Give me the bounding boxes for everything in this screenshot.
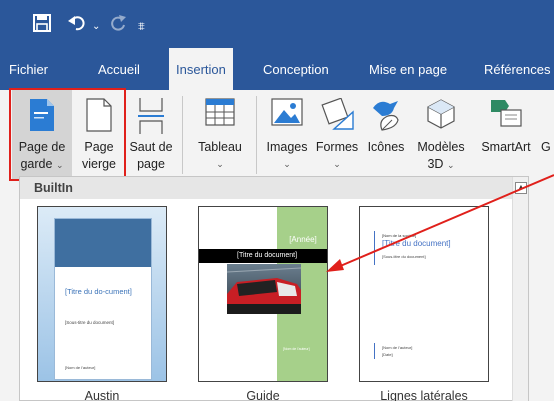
ribbon-separator [182, 96, 183, 174]
tab-accueil[interactable]: Accueil [98, 48, 140, 90]
cover-page-gallery: BuiltIn ▲ [Titre du do-cument] [Sous-tit… [19, 176, 529, 401]
undo-icon[interactable] [68, 14, 88, 36]
page-de-garde-button[interactable]: Page de garde ⌄ [12, 90, 72, 180]
guide-year-placeholder: [Année] [289, 235, 317, 244]
cover-guide-thumbnail[interactable]: [Année] [Titre du document] [Nom de l'au… [198, 206, 328, 382]
cover-lignes-laterales-thumbnail[interactable]: [Nom de la société] [Titre du document] … [359, 206, 489, 382]
undo-dropdown-icon[interactable]: ⌄ [92, 17, 100, 37]
lignes-date-placeholder: [Date] [382, 352, 393, 357]
smartart-label: SmartArt [481, 140, 531, 154]
customize-qat-icon[interactable]: ⩨ [138, 16, 145, 36]
lignes-company-placeholder: [Nom de la société] [382, 233, 417, 238]
image-icon [271, 98, 303, 129]
ribbon-separator [256, 96, 257, 174]
modeles-3d-label-1: Modèles [417, 140, 465, 154]
images-label: Images [266, 140, 308, 154]
page-de-garde-label-1: Page de [18, 140, 66, 154]
tab-insertion[interactable]: Insertion [169, 48, 233, 90]
page-vierge-button[interactable]: Page vierge [76, 90, 122, 180]
tableau-button[interactable]: Tableau ⌄ [190, 90, 250, 180]
page-de-garde-chevron-icon: ⌄ [55, 160, 64, 170]
modeles-3d-label-2: 3D [427, 157, 444, 171]
page-vierge-label-1: Page [84, 140, 114, 154]
blank-page-icon [86, 98, 112, 135]
tab-conception[interactable]: Conception [263, 48, 329, 90]
modeles-3d-button[interactable]: Modèles 3D ⌄ [411, 90, 471, 180]
gallery-section-title: BuiltIn [20, 177, 513, 199]
redo-icon[interactable] [109, 14, 127, 36]
save-icon[interactable] [33, 14, 51, 36]
icons-bird-leaf-icon [370, 98, 402, 135]
images-chevron-icon: ⌄ [283, 159, 291, 169]
icones-button[interactable]: Icônes [361, 90, 411, 180]
cut-off-label: G [541, 140, 551, 154]
cover-lignes-laterales-caption[interactable]: Lignes latérales [359, 389, 489, 401]
smartart-button[interactable]: SmartArt [474, 90, 538, 180]
saut-de-page-label-2: page [137, 157, 165, 171]
tableau-chevron-icon: ⌄ [216, 159, 224, 169]
tableau-label: Tableau [198, 140, 242, 154]
ribbon: Page de garde ⌄ Page vierge Saut de page… [0, 90, 554, 182]
gallery-scrollbar[interactable]: ▲ [512, 177, 528, 401]
tab-mise-en-page[interactable]: Mise en page [369, 48, 447, 90]
icones-label: Icônes [367, 140, 405, 154]
shapes-icon [320, 97, 354, 133]
guide-author-placeholder: [Nom de l'auteur] [283, 347, 310, 351]
saut-de-page-label-1: Saut de [129, 140, 173, 154]
guide-title-placeholder: [Titre du document] [237, 252, 298, 259]
images-button[interactable]: Images ⌄ [262, 90, 312, 180]
lignes-title-placeholder: [Titre du document] [382, 239, 451, 248]
ribbon-overflow-label: G [541, 90, 554, 180]
austin-subtitle-placeholder: [Sous-titre du document] [65, 320, 115, 325]
tab-references[interactable]: Références [484, 48, 550, 90]
lignes-subtitle-placeholder: [Sous-titre du document] [382, 254, 426, 259]
train-photo [227, 264, 301, 314]
scroll-up-icon[interactable]: ▲ [515, 182, 527, 194]
formes-button[interactable]: Formes ⌄ [313, 90, 361, 180]
cover-austin-thumbnail[interactable]: [Titre du do-cument] [Sous-titre du docu… [37, 206, 167, 382]
formes-chevron-icon: ⌄ [333, 159, 341, 169]
cover-austin-caption[interactable]: Austin [37, 389, 167, 401]
title-bar: ⌄ ⩨ [0, 0, 554, 48]
tab-fichier[interactable]: Fichier [9, 48, 48, 90]
austin-title-placeholder: [Titre du do-cument] [65, 287, 132, 296]
page-vierge-label-2: vierge [81, 157, 117, 171]
austin-author-placeholder: [Nom de l'auteur] [65, 365, 96, 370]
cover-guide-caption[interactable]: Guide [198, 389, 328, 401]
table-icon [205, 98, 235, 129]
saut-de-page-button[interactable]: Saut de page [125, 90, 177, 180]
smartart-icon [489, 98, 523, 131]
lignes-author-placeholder: [Nom de l'auteur] [382, 345, 413, 350]
page-break-icon [137, 98, 165, 137]
cover-page-icon [29, 98, 55, 135]
modeles-3d-chevron-icon: ⌄ [446, 160, 455, 170]
cube-3d-icon [426, 98, 456, 133]
page-de-garde-label-2: garde [20, 157, 53, 171]
formes-label: Formes [315, 140, 359, 154]
menu-bar: Fichier Accueil Insertion Conception Mis… [0, 48, 554, 90]
